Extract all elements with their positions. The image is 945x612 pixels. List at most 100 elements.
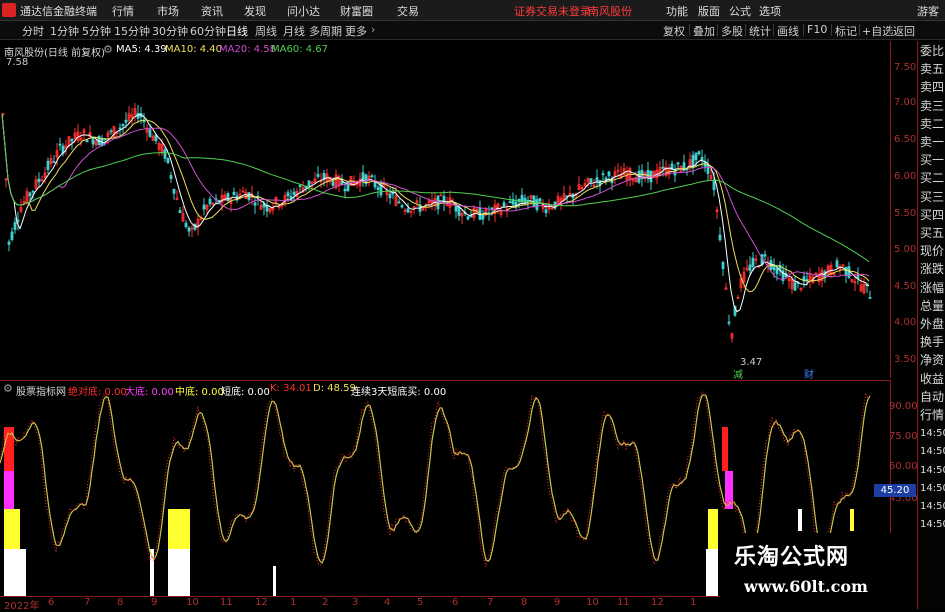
candle-body [298, 185, 302, 188]
login-status[interactable]: 证券交易未登录 [514, 3, 591, 19]
candle-body [391, 192, 395, 195]
tool-back[interactable]: 返回 [893, 23, 915, 39]
menu-item-options[interactable]: 选项 [759, 3, 781, 19]
candle-body [370, 175, 374, 178]
event-marker-reduce[interactable]: 减 [733, 366, 743, 381]
indicator-settings-icon[interactable]: ⚙ [3, 382, 13, 395]
period-daily[interactable]: 日线 [226, 23, 248, 39]
candle-body [502, 202, 506, 207]
candle-body [28, 192, 32, 197]
candle-body [835, 260, 839, 268]
ma60-label: MA60: 4.67 [271, 44, 329, 55]
candle-body [481, 214, 485, 220]
candle-body [232, 191, 236, 196]
period-60min[interactable]: 60分钟 [190, 23, 226, 39]
menu-item-market-quotes[interactable]: 行情 [112, 3, 134, 19]
tool-f10[interactable]: F10 [807, 23, 827, 36]
date-tick: 2022年 [4, 601, 40, 612]
tool-overlay[interactable]: 叠加 [693, 23, 715, 39]
period-more[interactable]: 更多 [345, 23, 367, 39]
settings-gear-icon[interactable]: ⚙ [103, 43, 113, 56]
candle-body [691, 154, 695, 168]
ma5-line [1, 113, 870, 313]
candle-body [91, 137, 95, 145]
quote-field-label: 14:50 [920, 446, 945, 458]
menu-item-layout[interactable]: 版面 [698, 3, 720, 19]
quote-field-label: 14:50 [920, 501, 945, 512]
period-monthly[interactable]: 月线 [283, 23, 305, 39]
period-5min[interactable]: 5分钟 [82, 23, 111, 39]
date-tick: 6 [452, 597, 459, 608]
tool-draw-line[interactable]: 画线 [777, 23, 799, 39]
candle-body [343, 188, 347, 192]
toolbar-divider [773, 24, 774, 36]
tool-add-watchlist[interactable]: +自选 [862, 23, 893, 39]
tool-mark[interactable]: 标记 [835, 23, 857, 39]
candle-body [10, 231, 14, 241]
period-15min[interactable]: 15分钟 [114, 23, 150, 39]
candle-body [292, 191, 296, 195]
date-tick: 12 [255, 597, 268, 608]
candle-body [694, 152, 698, 161]
quote-field-label: 买一 [920, 153, 945, 168]
signal-bar [4, 471, 14, 509]
more-chevron-icon[interactable]: › [371, 23, 375, 36]
menu-item-market[interactable]: 市场 [157, 3, 179, 19]
quote-field-label: 买四 [920, 207, 945, 222]
period-toolbar: 分时 1分钟 5分钟 15分钟 30分钟 60分钟 日线 周线 月线 多周期 更… [0, 21, 945, 40]
menu-item-wealth[interactable]: 财富圈 [340, 3, 373, 19]
candle-body [13, 222, 17, 230]
period-multi[interactable]: 多周期 [309, 23, 342, 39]
tool-multi-stock[interactable]: 多股 [721, 23, 743, 39]
date-tick: 12 [651, 597, 664, 608]
toolbar-divider [717, 24, 718, 36]
candle-body [751, 257, 755, 267]
date-tick: 7 [487, 597, 494, 608]
candle-body [844, 266, 848, 276]
high-price-label: 7.58 [6, 57, 29, 68]
candle-body [544, 209, 548, 214]
signal-bar [168, 509, 190, 549]
quote-field-label: 14:50 [920, 519, 945, 531]
tool-statistics[interactable]: 统计 [749, 23, 771, 39]
quote-field-label: 卖一 [920, 135, 945, 149]
candle-body [31, 190, 35, 193]
candle-body [376, 187, 380, 190]
menu-item-discover[interactable]: 发现 [244, 3, 266, 19]
period-weekly[interactable]: 周线 [255, 23, 277, 39]
candle-body [148, 129, 152, 137]
candle-body [163, 149, 167, 159]
menu-item-formula[interactable]: 公式 [729, 3, 751, 19]
period-1min[interactable]: 1分钟 [50, 23, 79, 39]
candle-body [37, 178, 41, 183]
date-tick: 5 [417, 597, 424, 608]
candle-body [538, 198, 542, 202]
price-tick: 4.00 [894, 317, 917, 328]
period-intraday[interactable]: 分时 [22, 23, 44, 39]
date-tick: 8 [521, 597, 528, 608]
price-chart-svg[interactable] [0, 41, 890, 378]
toolbar-divider [745, 24, 746, 36]
date-tick: 9 [554, 597, 561, 608]
menu-item-news[interactable]: 资讯 [201, 3, 223, 19]
quote-field-label: 净资 [920, 353, 945, 368]
event-marker-finance[interactable]: 财 [804, 366, 814, 381]
candle-body [379, 182, 383, 196]
price-tick: 3.50 [894, 354, 917, 365]
signal-bar [4, 549, 26, 596]
candle-body [46, 160, 50, 170]
candle-body [169, 175, 173, 179]
candle-body [595, 177, 599, 182]
candle-body [400, 205, 404, 208]
date-tick: 3 [352, 597, 359, 608]
period-30min[interactable]: 30分钟 [152, 23, 188, 39]
indicator-d-value: D: 48.59 [313, 383, 356, 394]
quote-field-label: 卖五 [920, 62, 945, 77]
menu-item-ask[interactable]: 问小达 [287, 3, 320, 19]
tool-adjust[interactable]: 复权 [663, 23, 685, 39]
candle-body [712, 179, 716, 191]
user-guest[interactable]: 游客 [917, 3, 939, 19]
menu-item-trade[interactable]: 交易 [397, 3, 419, 19]
menu-item-function[interactable]: 功能 [666, 3, 688, 19]
price-chart-pane[interactable]: 南风股份(日线 前复权) ⚙ MA5: 4.39 MA10: 4.40 MA20… [0, 41, 890, 381]
